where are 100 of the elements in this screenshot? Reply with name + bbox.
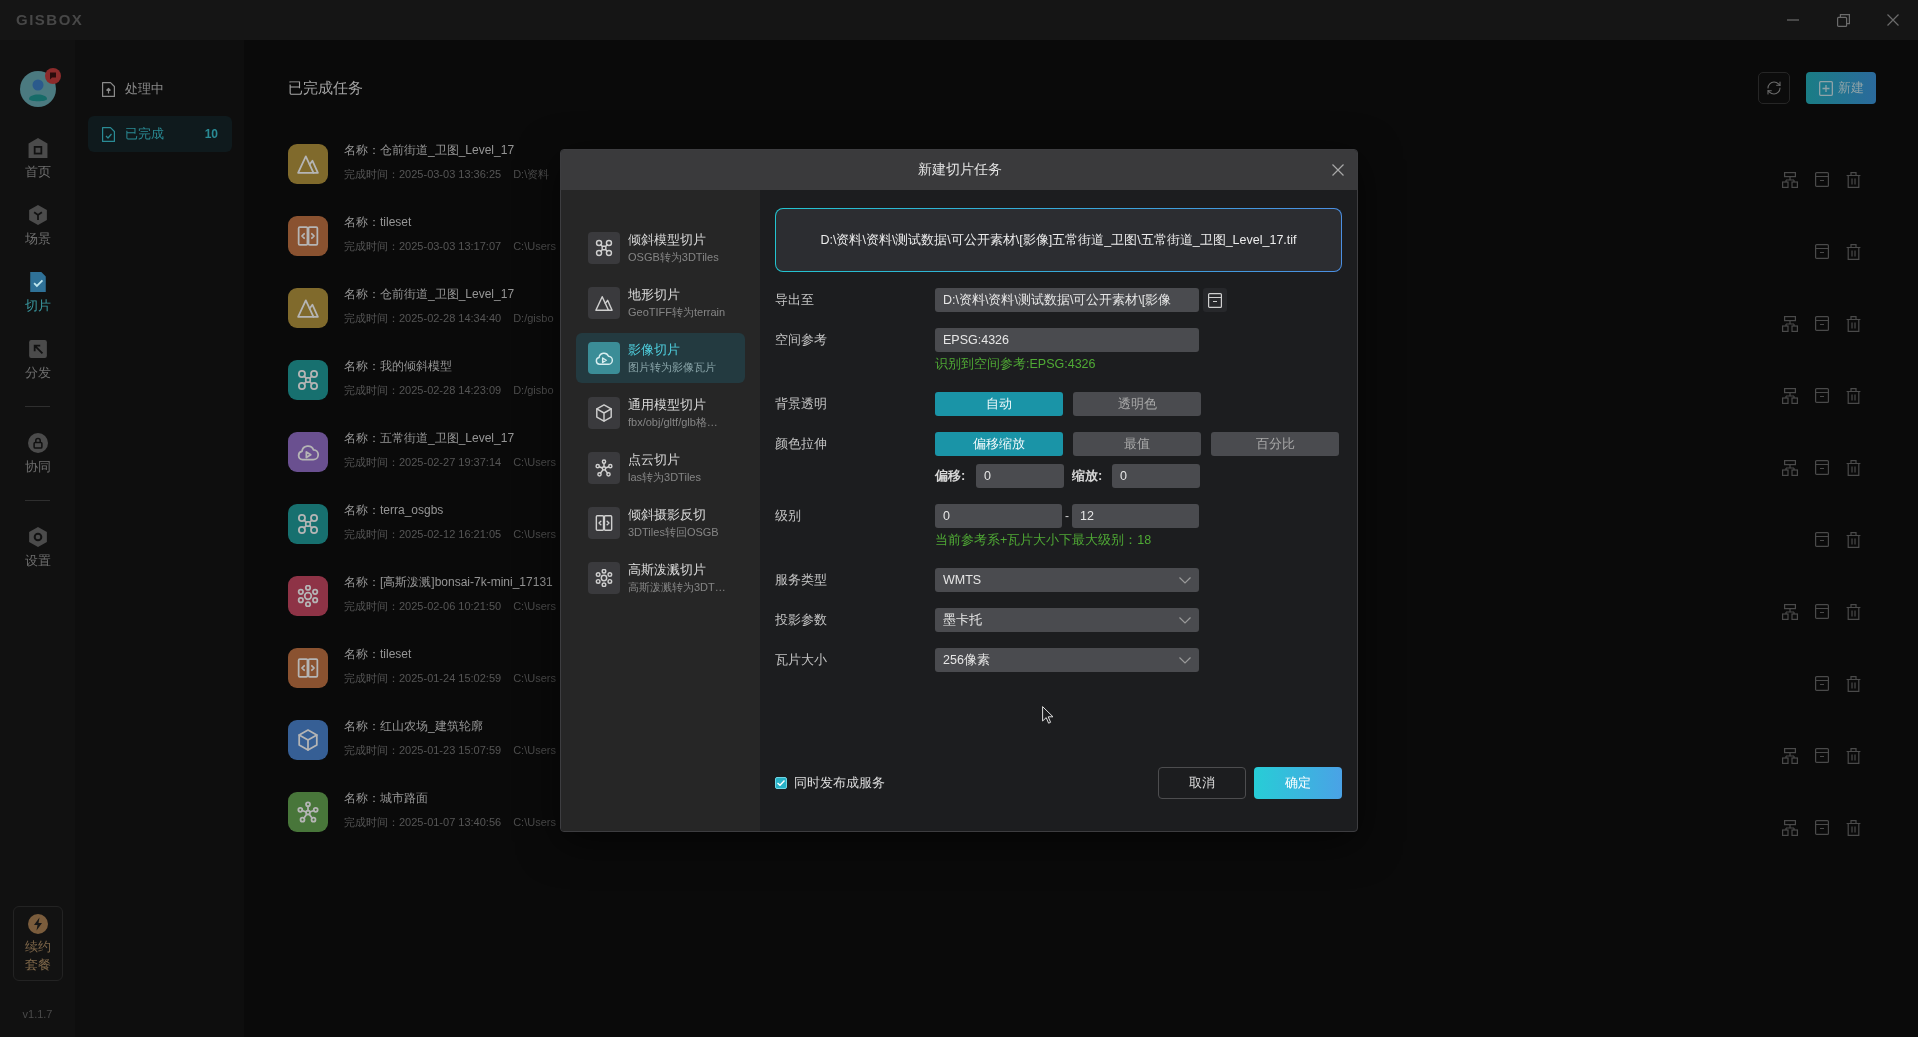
archive-icon	[1208, 292, 1222, 308]
task-name: 名称：[高斯泼溅]bonsai-7k-mini_17131	[344, 574, 554, 590]
cloud-play-icon	[588, 342, 620, 374]
cancel-button[interactable]: 取消	[1158, 767, 1246, 799]
chevron-down-icon	[1179, 616, 1191, 624]
task-time: 完成时间：2025-02-28 14:34:40	[344, 311, 502, 326]
param-label: 缩放:	[1072, 467, 1103, 485]
renew-plan-button[interactable]: 续约套餐	[12, 906, 63, 981]
nav-item[interactable]: 设置	[24, 527, 51, 568]
archive-icon[interactable]	[1815, 820, 1829, 835]
archive-icon[interactable]	[1815, 172, 1829, 187]
home-icon	[27, 138, 48, 158]
sub-menu-item[interactable]: 已完成 10	[88, 116, 232, 152]
archive-icon[interactable]	[1815, 604, 1829, 619]
field-label: 瓦片大小	[775, 651, 827, 669]
trash-icon[interactable]	[1846, 388, 1861, 404]
message-badge-icon	[44, 68, 61, 84]
field-label: 投影参数	[775, 611, 827, 629]
archive-icon[interactable]	[1815, 676, 1829, 691]
trash-icon[interactable]	[1846, 676, 1861, 692]
source-file-area[interactable]: D:\资料\资料\测试数据\可公开素材\[影像]五常街道_卫图\五常街道_卫图_Level_17.tif	[775, 208, 1342, 272]
option-button[interactable]: 最值	[1073, 432, 1201, 456]
trash-icon[interactable]	[1846, 604, 1861, 620]
trash-icon[interactable]	[1846, 244, 1861, 260]
restore-icon	[1836, 13, 1850, 27]
lightning-icon	[27, 914, 48, 934]
task-time: 完成时间：2025-01-23 15:07:59	[344, 743, 502, 758]
level-max-field[interactable]: 12	[1072, 504, 1199, 528]
nav-item[interactable]: 切片	[24, 272, 51, 313]
spatial-reference-field[interactable]: EPSG:4326	[935, 328, 1199, 352]
hexagon-cube-icon	[27, 205, 48, 225]
hint-text: 当前参考系+瓦片大小下最大级别：18	[935, 532, 1152, 548]
task-type-item[interactable]: 倾斜模型切片 OSGB转为3DTiles	[576, 223, 745, 273]
option-button[interactable]: 百分比	[1211, 432, 1339, 456]
archive-icon[interactable]	[1815, 388, 1829, 403]
refresh-icon	[1766, 80, 1782, 96]
trash-icon[interactable]	[1846, 316, 1861, 332]
nav-item[interactable]: 首页	[24, 138, 51, 179]
task-path: C:\Users	[513, 599, 556, 614]
archive-icon[interactable]	[1815, 748, 1829, 763]
browse-button[interactable]	[1203, 288, 1227, 312]
task-name: 名称：我的倾斜模型	[344, 358, 453, 374]
mountain-icon	[588, 287, 620, 319]
param-field[interactable]: 0	[1112, 464, 1200, 488]
field-label: 导出至	[775, 291, 814, 309]
trash-icon[interactable]	[1846, 820, 1861, 836]
close-icon	[1332, 164, 1344, 176]
trash-icon[interactable]	[1846, 172, 1861, 188]
hierarchy-icon[interactable]	[1782, 316, 1798, 332]
hierarchy-icon[interactable]	[1782, 604, 1798, 620]
sub-menu-item[interactable]: 处理中	[88, 71, 232, 107]
close-button[interactable]	[1331, 163, 1345, 177]
task-type-item[interactable]: 通用模型切片 fbx/obj/gltf/glb格…	[576, 388, 745, 438]
task-type-item[interactable]: 倾斜摄影反切 3DTiles转回OSGB	[576, 498, 745, 548]
level-min-field[interactable]: 0	[935, 504, 1062, 528]
field-label: 级别	[775, 507, 801, 525]
field-label: 背景透明	[775, 395, 827, 413]
cube-icon	[588, 397, 620, 429]
hierarchy-icon[interactable]	[1782, 388, 1798, 404]
archive-icon[interactable]	[1815, 460, 1829, 475]
task-path: C:\Users	[513, 671, 556, 686]
version-label: v1.1.7	[22, 1007, 53, 1021]
nav-item[interactable]: 场景	[24, 205, 51, 246]
task-type-item[interactable]: 高斯泼溅切片 高斯泼溅转为3DT…	[576, 553, 745, 603]
trash-icon[interactable]	[1846, 532, 1861, 548]
refresh-button[interactable]	[1758, 72, 1790, 104]
trash-icon[interactable]	[1846, 460, 1861, 476]
task-path: D:/gisbo	[513, 383, 554, 398]
option-button[interactable]: 自动	[935, 392, 1063, 416]
hierarchy-icon[interactable]	[1782, 172, 1798, 188]
publish-checkbox[interactable]	[775, 777, 787, 789]
task-path: D:/gisbo	[513, 311, 554, 326]
select-field[interactable]: 墨卡托	[935, 608, 1199, 632]
task-name: 名称：仓前街道_卫图_Level_17	[344, 286, 516, 302]
trash-icon[interactable]	[1846, 748, 1861, 764]
select-field[interactable]: 256像素	[935, 648, 1199, 672]
param-field[interactable]: 0	[976, 464, 1064, 488]
export-path-field[interactable]: D:\资料\资料\测试数据\可公开素材\[影像	[935, 288, 1199, 312]
nav-item[interactable]: 分发	[24, 339, 51, 380]
archive-icon[interactable]	[1815, 244, 1829, 259]
task-name: 名称：五常街道_卫图_Level_17	[344, 430, 516, 446]
circle-cluster-icon	[588, 562, 620, 594]
task-time: 完成时间：2025-03-03 13:36:25	[344, 167, 502, 182]
archive-icon[interactable]	[1815, 316, 1829, 331]
task-type-item[interactable]: 地形切片 GeoTIFF转为terrain	[576, 278, 745, 328]
task-name: 名称：tileset	[344, 214, 413, 230]
close-icon	[1887, 14, 1899, 26]
param-label: 偏移:	[935, 467, 966, 485]
hierarchy-icon[interactable]	[1782, 820, 1798, 836]
select-field[interactable]: WMTS	[935, 568, 1199, 592]
document-check-icon	[27, 272, 48, 292]
option-button[interactable]: 透明色	[1073, 392, 1201, 416]
archive-icon[interactable]	[1815, 532, 1829, 547]
drone-icon	[588, 232, 620, 264]
hierarchy-icon[interactable]	[1782, 460, 1798, 476]
task-type-item[interactable]: 点云切片 las转为3DTiles	[576, 443, 745, 493]
nav-item[interactable]: 协同	[24, 433, 51, 474]
task-time: 完成时间：2025-02-27 19:37:14	[344, 455, 502, 470]
hierarchy-icon[interactable]	[1782, 748, 1798, 764]
task-type-item[interactable]: 影像切片 图片转为影像瓦片	[576, 333, 745, 383]
